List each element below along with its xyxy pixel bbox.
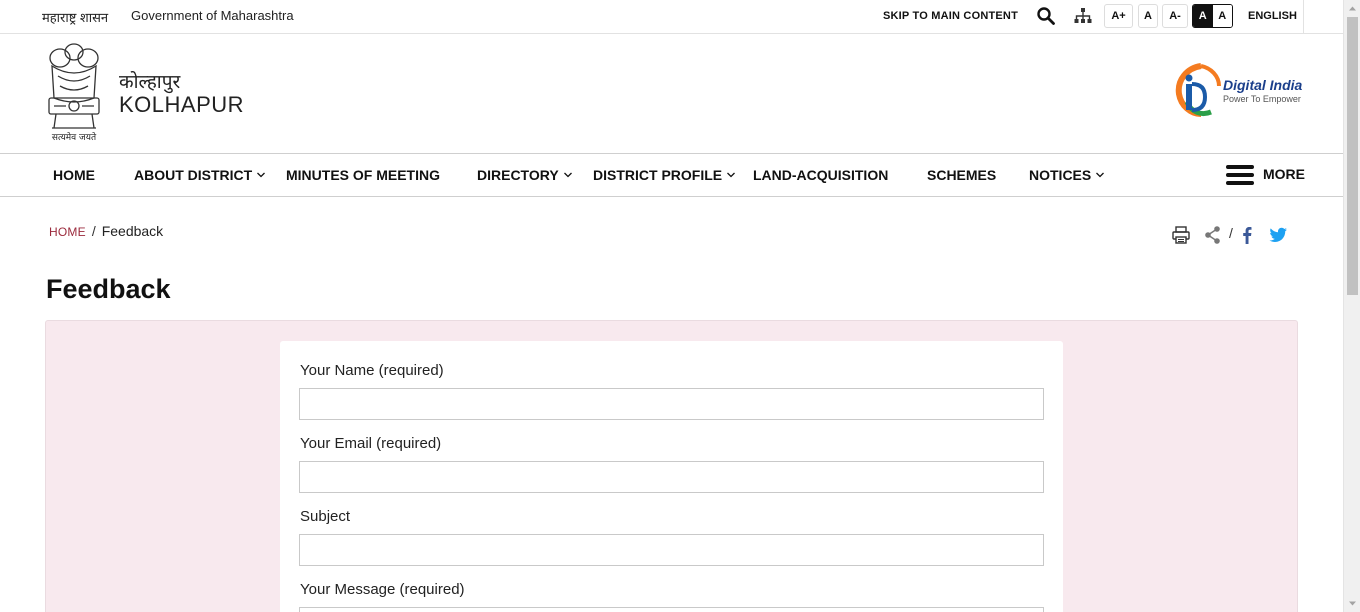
page-tools: / [1170,224,1290,246]
sitemap-icon[interactable] [1073,6,1093,26]
language-selector[interactable]: ENGLISH [1248,10,1297,22]
breadcrumb-separator: / [91,223,96,239]
high-contrast-button[interactable]: A [1193,5,1213,27]
breadcrumb-current: Feedback [101,223,164,239]
gov-english-link[interactable]: Government of Maharashtra [131,8,294,23]
nav-item-label: NOTICES [1029,167,1092,183]
page-title: Feedback [46,274,171,304]
chevron-down-icon [727,172,736,178]
emblem-motto: सत्यमेव जयते [52,131,97,143]
scrollbar-thumb[interactable] [1347,17,1358,295]
normal-contrast-button[interactable]: A [1212,5,1232,27]
digital-india-title: Digital India [1223,77,1303,93]
name-label: Your Name (required) [300,362,444,379]
nav-item-label: LAND-ACQUISITION [753,167,889,183]
nav-item-about-district[interactable]: ABOUT DISTRICT [134,167,266,183]
digital-india-tagline: Power To Empower [1223,94,1301,104]
nav-item-home[interactable]: HOME [53,167,95,183]
more-menu-button[interactable]: MORE [1263,166,1305,182]
share-separator: / [1229,225,1233,241]
top-utility-bar: महाराष्ट्र शासन Government of Maharashtr… [0,0,1343,34]
hamburger-menu-icon[interactable] [1226,163,1254,187]
facebook-icon[interactable] [1236,224,1258,246]
nav-item-label: HOME [53,167,95,183]
nav-item-directory[interactable]: DIRECTORY [477,167,573,183]
site-name-english[interactable]: KOLHAPUR [119,92,244,118]
scroll-up-arrow-icon[interactable] [1348,4,1357,13]
nav-item-label: SCHEMES [927,167,997,183]
gov-hindi-link[interactable]: महाराष्ट्र शासन [42,8,108,26]
nav-item-land-acquisition[interactable]: LAND-ACQUISITION [753,167,888,183]
chevron-down-icon [257,172,266,178]
message-field[interactable] [299,607,1044,612]
name-field[interactable] [299,388,1044,420]
nav-item-notices[interactable]: NOTICES [1029,167,1105,183]
font-increase-button[interactable]: A+ [1104,4,1133,28]
nav-item-label: DISTRICT PROFILE [593,167,723,183]
scroll-down-arrow-icon[interactable] [1348,599,1357,608]
share-icon[interactable] [1202,224,1224,246]
national-emblem-logo[interactable]: सत्यमेव जयते [42,40,106,146]
breadcrumb-home-link[interactable]: HOME [49,225,86,239]
divider [1303,0,1304,34]
twitter-icon[interactable] [1267,224,1289,246]
nav-item-label: MINUTES OF MEETING [286,167,440,183]
digital-india-logo[interactable]: Digital India Power To Empower [1175,62,1307,118]
search-icon[interactable] [1036,6,1056,26]
site-header: सत्यमेव जयते कोल्हापुर KOLHAPUR Digital … [0,34,1343,154]
print-icon[interactable] [1170,224,1192,246]
breadcrumb: HOME / Feedback [49,223,163,239]
subject-label: Subject [300,508,351,525]
message-label: Your Message (required) [300,581,465,598]
contrast-toggle: A A [1192,4,1233,28]
nav-item-label: ABOUT DISTRICT [134,167,253,183]
nav-item-label: DIRECTORY [477,167,559,183]
chevron-down-icon [1096,172,1105,178]
font-normal-button[interactable]: A [1138,4,1158,28]
font-decrease-button[interactable]: A- [1162,4,1188,28]
nav-item-minutes-of-meeting[interactable]: MINUTES OF MEETING [286,167,440,183]
nav-item-district-profile[interactable]: DISTRICT PROFILE [593,167,736,183]
chevron-down-icon [563,172,572,178]
email-field[interactable] [299,461,1044,493]
skip-to-main-content-link[interactable]: SKIP TO MAIN CONTENT [883,10,1018,22]
subject-field[interactable] [299,534,1044,566]
site-name-hindi[interactable]: कोल्हापुर [119,68,180,94]
email-label: Your Email (required) [300,435,442,452]
page-scrollbar[interactable] [1343,0,1360,612]
nav-item-schemes[interactable]: SCHEMES [927,167,996,183]
main-nav: HOME ABOUT DISTRICT MINUTES OF MEETING D… [0,154,1343,197]
